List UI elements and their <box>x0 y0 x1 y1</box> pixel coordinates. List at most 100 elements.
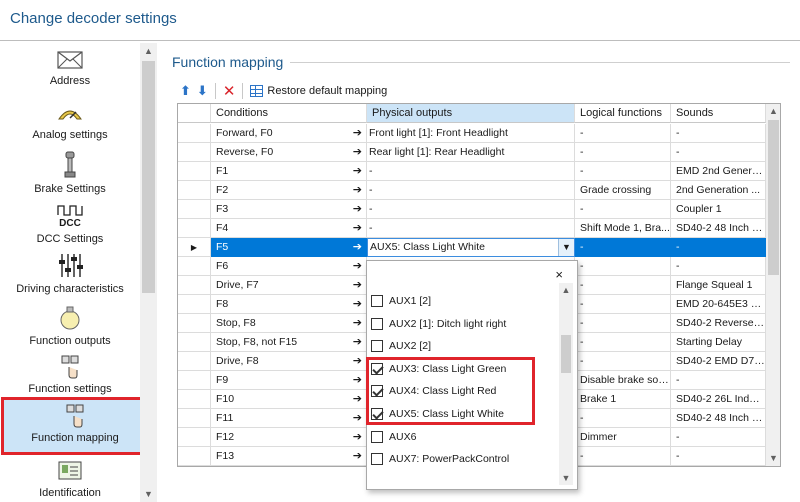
sound-cell[interactable]: 2nd Generation ... <box>671 181 766 200</box>
physical-output-cell[interactable]: Rear light [1]: Rear Headlight <box>367 143 575 162</box>
logical-function-cell[interactable]: - <box>575 276 671 295</box>
scroll-down-icon[interactable]: ▼ <box>140 486 157 502</box>
scroll-down-icon[interactable]: ▼ <box>766 451 780 466</box>
row-header[interactable] <box>178 409 211 428</box>
logical-function-cell[interactable]: - <box>575 409 671 428</box>
checkbox[interactable] <box>371 340 383 353</box>
sound-cell[interactable]: - <box>671 238 766 257</box>
sidebar-scroll-thumb[interactable] <box>142 61 155 293</box>
table-row[interactable]: F1 ➔ - - EMD 2nd Genera... <box>178 162 766 181</box>
sound-cell[interactable]: EMD 2nd Genera... <box>671 162 766 181</box>
sidebar-scrollbar[interactable]: ▲ ▼ <box>140 43 157 502</box>
row-header[interactable] <box>178 390 211 409</box>
chevron-down-icon[interactable]: ▼ <box>558 239 574 256</box>
row-header[interactable] <box>178 447 211 466</box>
logical-function-cell[interactable]: - <box>575 124 671 143</box>
sound-cell[interactable]: SD40-2 Reverser 1 <box>671 314 766 333</box>
dropdown-option[interactable]: AUX2 [2] <box>371 335 431 357</box>
row-header[interactable] <box>178 295 211 314</box>
condition-cell[interactable]: Reverse, F0 ➔ <box>211 143 367 162</box>
checkbox[interactable] <box>371 453 383 466</box>
table-row[interactable]: ▶ F5 ➔ AUX5: Class Light White ▼ - - <box>178 238 766 257</box>
logical-function-cell[interactable]: Dimmer <box>575 428 671 447</box>
move-down-button[interactable]: ⬇ <box>194 81 211 101</box>
physical-output-cell[interactable]: - <box>367 162 575 181</box>
row-header[interactable] <box>178 124 211 143</box>
sound-cell[interactable]: SD40-2 48 Inch O... <box>671 409 766 428</box>
physical-output-cell[interactable]: - <box>367 219 575 238</box>
logical-function-cell[interactable]: - <box>575 238 671 257</box>
condition-cell[interactable]: F5 ➔ <box>211 238 367 257</box>
sidebar-item-function-mapping[interactable]: Function mapping <box>1 397 140 455</box>
sound-cell[interactable]: - <box>671 124 766 143</box>
checkbox[interactable] <box>371 295 383 307</box>
row-header[interactable] <box>178 162 211 181</box>
logical-function-cell[interactable]: Shift Mode 1, Bra... <box>575 219 671 238</box>
sidebar-item-function-outputs[interactable]: Function outputs <box>3 305 137 347</box>
logical-function-cell[interactable]: - <box>575 143 671 162</box>
dropdown-option[interactable]: AUX2 [1]: Ditch light right <box>371 313 506 335</box>
sidebar-item-brake-settings[interactable]: Brake Settings <box>3 151 137 195</box>
delete-button[interactable]: ✕ <box>220 81 239 101</box>
sound-cell[interactable]: - <box>671 428 766 447</box>
sidebar-item-identification[interactable]: Identification <box>3 459 137 499</box>
sound-cell[interactable]: - <box>671 257 766 276</box>
condition-cell[interactable]: Stop, F8 ➔ <box>211 314 367 333</box>
logical-function-cell[interactable]: - <box>575 352 671 371</box>
scroll-down-icon[interactable]: ▼ <box>559 471 573 485</box>
logical-function-cell[interactable]: - <box>575 314 671 333</box>
close-icon[interactable]: × <box>555 267 563 282</box>
sound-cell[interactable]: Coupler 1 <box>671 200 766 219</box>
condition-cell[interactable]: Stop, F8, not F15 ➔ <box>211 333 367 352</box>
row-header[interactable] <box>178 371 211 390</box>
sidebar-item-driving-characteristics[interactable]: Driving characteristics <box>3 251 137 295</box>
checkbox[interactable] <box>371 430 383 443</box>
condition-cell[interactable]: F2 ➔ <box>211 181 367 200</box>
logical-function-cell[interactable]: - <box>575 295 671 314</box>
logical-function-cell[interactable]: - <box>575 333 671 352</box>
table-scroll-thumb[interactable] <box>768 120 779 275</box>
dropdown-option[interactable]: AUX1 [2] <box>371 290 431 312</box>
sound-cell[interactable]: EMD 20-645E3 N... <box>671 295 766 314</box>
table-row[interactable]: F4 ➔ - Shift Mode 1, Bra... SD40-2 48 Inch O… <box>178 219 766 238</box>
condition-cell[interactable]: F13 ➔ <box>211 447 367 466</box>
column-header-conditions[interactable]: Conditions <box>211 104 367 123</box>
condition-cell[interactable]: F3 ➔ <box>211 200 367 219</box>
condition-cell[interactable]: F1 ➔ <box>211 162 367 181</box>
column-header-physical-outputs[interactable]: Physical outputs <box>367 104 575 123</box>
physical-output-cell[interactable]: - <box>367 181 575 200</box>
condition-cell[interactable]: F8 ➔ <box>211 295 367 314</box>
dropdown-scroll-thumb[interactable] <box>561 335 571 373</box>
sidebar-item-dcc-settings[interactable]: DCC DCC Settings <box>3 203 137 245</box>
table-scrollbar[interactable]: ▲ ▼ <box>766 104 780 466</box>
condition-cell[interactable]: F6 ➔ <box>211 257 367 276</box>
row-header[interactable] <box>178 276 211 295</box>
physical-output-cell[interactable]: Front light [1]: Front Headlight <box>367 124 575 143</box>
restore-default-mapping-button[interactable]: Restore default mapping <box>247 81 390 101</box>
logical-function-cell[interactable]: - <box>575 162 671 181</box>
physical-outputs-combobox[interactable]: AUX5: Class Light White ▼ <box>367 238 575 257</box>
condition-cell[interactable]: F10 ➔ <box>211 390 367 409</box>
condition-cell[interactable]: F9 ➔ <box>211 371 367 390</box>
row-header[interactable]: ▶ <box>178 238 211 257</box>
sound-cell[interactable]: Starting Delay <box>671 333 766 352</box>
table-row[interactable]: F3 ➔ - - Coupler 1 <box>178 200 766 219</box>
condition-cell[interactable]: Drive, F7 ➔ <box>211 276 367 295</box>
sound-cell[interactable]: - <box>671 371 766 390</box>
sound-cell[interactable]: - <box>671 143 766 162</box>
row-header[interactable] <box>178 333 211 352</box>
checkbox[interactable] <box>371 317 383 330</box>
scroll-up-icon[interactable]: ▲ <box>766 104 780 119</box>
logical-function-cell[interactable]: Brake 1 <box>575 390 671 409</box>
sound-cell[interactable]: SD40-2 48 Inch O... <box>671 219 766 238</box>
row-header[interactable] <box>178 314 211 333</box>
sidebar-item-function-settings[interactable]: Function settings <box>3 355 137 395</box>
physical-output-cell[interactable]: - <box>367 200 575 219</box>
sound-cell[interactable]: Flange Squeal 1 <box>671 276 766 295</box>
sidebar-item-address[interactable]: Address <box>3 49 137 87</box>
row-header[interactable] <box>178 200 211 219</box>
logical-function-cell[interactable]: Disable brake sou... <box>575 371 671 390</box>
logical-function-cell[interactable]: - <box>575 200 671 219</box>
sidebar-item-analog-settings[interactable]: Analog settings <box>3 103 137 141</box>
row-header[interactable] <box>178 257 211 276</box>
